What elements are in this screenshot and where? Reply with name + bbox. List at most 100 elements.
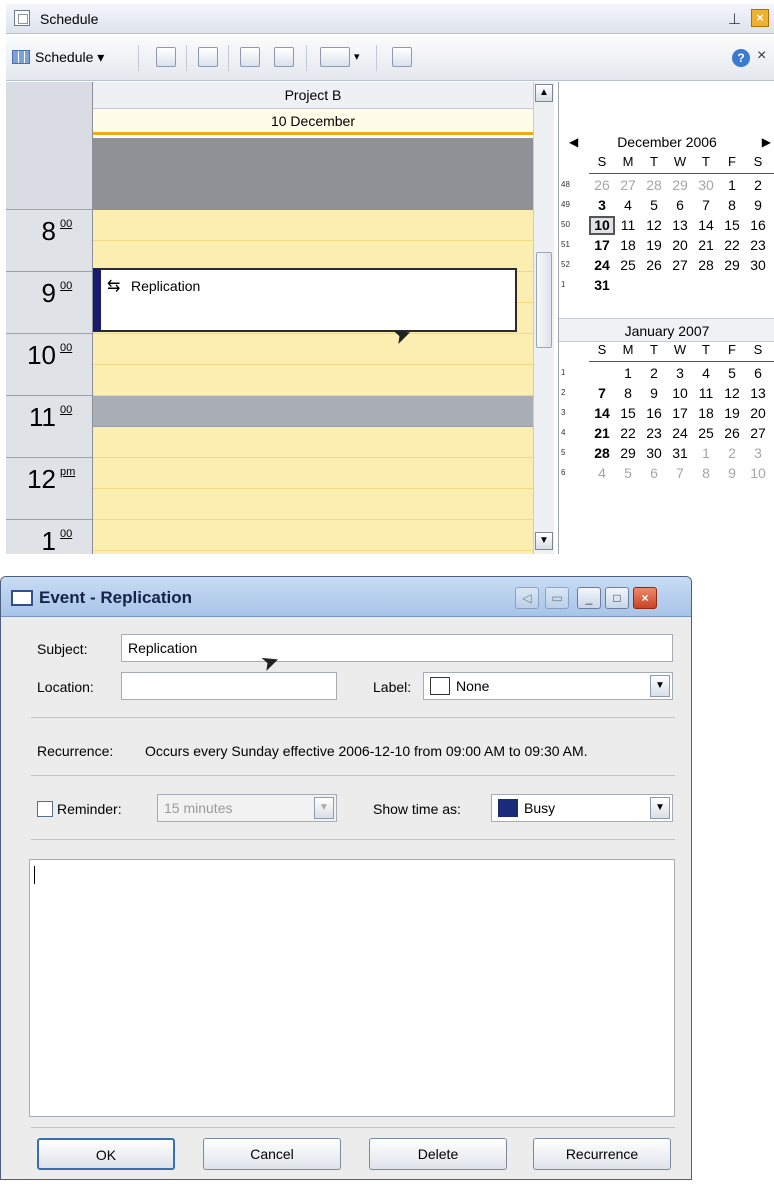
ok-button[interactable]: OK bbox=[37, 1138, 175, 1170]
reminder-dropdown[interactable]: 15 minutes ▼ bbox=[157, 794, 337, 822]
chevron-right-icon[interactable]: ▶ bbox=[762, 130, 771, 154]
time-slot[interactable] bbox=[93, 520, 533, 551]
calendar-day[interactable]: 1 bbox=[615, 365, 641, 381]
time-slot[interactable] bbox=[93, 489, 533, 520]
calendar-day[interactable]: 24 bbox=[589, 257, 615, 273]
calendar-day[interactable]: 28 bbox=[589, 445, 615, 461]
time-slot[interactable] bbox=[93, 365, 533, 396]
calendar-day[interactable]: 22 bbox=[615, 425, 641, 441]
calendar-day[interactable]: 23 bbox=[745, 237, 771, 253]
calendar-day[interactable]: 19 bbox=[719, 405, 745, 421]
calendar-day[interactable]: 15 bbox=[615, 405, 641, 421]
calendar-day[interactable]: 9 bbox=[745, 197, 771, 213]
time-slots[interactable] bbox=[93, 210, 533, 554]
calendar-day[interactable]: 21 bbox=[589, 425, 615, 441]
calendar-day[interactable]: 13 bbox=[745, 385, 771, 401]
time-slot[interactable] bbox=[93, 334, 533, 365]
vertical-scrollbar[interactable]: ▲ ▼ bbox=[533, 82, 554, 554]
delete-button[interactable]: Delete bbox=[369, 1138, 507, 1170]
calendar-day[interactable]: 1 bbox=[719, 177, 745, 193]
calendar-day[interactable]: 8 bbox=[615, 385, 641, 401]
recurrence-button[interactable]: Recurrence bbox=[533, 1138, 671, 1170]
previous-icon[interactable]: ◁ bbox=[515, 587, 539, 609]
calendar-day[interactable]: 1 bbox=[693, 445, 719, 461]
calendar-day[interactable]: 14 bbox=[589, 405, 615, 421]
calendar-day[interactable]: 24 bbox=[667, 425, 693, 441]
calendar-day[interactable]: 4 bbox=[589, 465, 615, 481]
schedule-view-dropdown[interactable]: Schedule ▾ bbox=[12, 49, 104, 66]
calendar-day[interactable]: 17 bbox=[589, 237, 615, 253]
resource-header[interactable]: Project B bbox=[93, 82, 533, 109]
calendar-day[interactable]: 19 bbox=[641, 237, 667, 253]
calendar-day[interactable]: 14 bbox=[693, 217, 719, 233]
calendar-day[interactable]: 28 bbox=[641, 177, 667, 193]
calendar-day[interactable]: 23 bbox=[641, 425, 667, 441]
calendar-day[interactable]: 5 bbox=[719, 365, 745, 381]
calendar-day[interactable]: 3 bbox=[745, 445, 771, 461]
close-panel-icon[interactable]: × bbox=[757, 47, 766, 65]
minimize-icon[interactable]: _ bbox=[577, 587, 601, 609]
time-slot[interactable] bbox=[93, 427, 533, 458]
calendar-day[interactable]: 6 bbox=[745, 365, 771, 381]
calendar-day[interactable]: 20 bbox=[667, 237, 693, 253]
calendar-day[interactable]: 5 bbox=[641, 197, 667, 213]
show-time-as-dropdown[interactable]: Busy ▼ bbox=[491, 794, 673, 822]
calendar-day[interactable]: 30 bbox=[745, 257, 771, 273]
calendar-day[interactable]: 12 bbox=[641, 217, 667, 233]
calendar-day[interactable]: 4 bbox=[693, 365, 719, 381]
calendar-day[interactable]: 27 bbox=[745, 425, 771, 441]
calendar-day[interactable]: 6 bbox=[641, 465, 667, 481]
calendar-day[interactable]: 15 bbox=[719, 217, 745, 233]
calendar-day[interactable]: 9 bbox=[641, 385, 667, 401]
chevron-down-icon[interactable]: ▼ bbox=[650, 675, 670, 697]
calendar-day[interactable]: 2 bbox=[641, 365, 667, 381]
calendar-day[interactable]: 7 bbox=[693, 197, 719, 213]
next-icon[interactable]: ▭ bbox=[545, 587, 569, 609]
calendar-day[interactable]: 8 bbox=[693, 465, 719, 481]
location-input[interactable] bbox=[121, 672, 337, 700]
calendar-day[interactable]: 10 bbox=[745, 465, 771, 481]
calendar-day[interactable]: 16 bbox=[641, 405, 667, 421]
calendar-day[interactable]: 2 bbox=[745, 177, 771, 193]
calendar-day[interactable]: 9 bbox=[719, 465, 745, 481]
date-header[interactable]: 10 December bbox=[93, 109, 533, 135]
calendar-day[interactable]: 29 bbox=[667, 177, 693, 193]
calendar-day[interactable]: 29 bbox=[615, 445, 641, 461]
calendar-day[interactable]: 30 bbox=[693, 177, 719, 193]
calendar-day[interactable]: 25 bbox=[693, 425, 719, 441]
calendar-day[interactable]: 31 bbox=[589, 277, 615, 293]
calendar-day[interactable]: 7 bbox=[589, 385, 615, 401]
calendar-day[interactable]: 25 bbox=[615, 257, 641, 273]
all-day-area[interactable] bbox=[93, 138, 533, 210]
maximize-icon[interactable]: □ bbox=[605, 587, 629, 609]
calendar-day[interactable]: 22 bbox=[719, 237, 745, 253]
calendar-day[interactable]: 27 bbox=[667, 257, 693, 273]
calendar-day[interactable]: 8 bbox=[719, 197, 745, 213]
paste-icon[interactable] bbox=[274, 47, 294, 67]
subject-input[interactable]: Replication bbox=[121, 634, 673, 662]
time-slot-unavailable[interactable] bbox=[93, 396, 533, 427]
label-dropdown[interactable]: None ▼ bbox=[423, 672, 673, 700]
pin-icon[interactable]: ⊥ bbox=[728, 10, 741, 28]
chevron-down-icon[interactable]: ▼ bbox=[314, 797, 334, 819]
calendar-day[interactable]: 4 bbox=[615, 197, 641, 213]
print-icon[interactable] bbox=[320, 47, 350, 67]
calendar-day-selected[interactable]: 10 bbox=[589, 216, 615, 235]
calendar-day[interactable]: 29 bbox=[719, 257, 745, 273]
options-icon[interactable] bbox=[392, 47, 412, 67]
chevron-down-icon[interactable]: ▼ bbox=[650, 797, 670, 819]
time-slot[interactable] bbox=[93, 458, 533, 489]
calendar-day[interactable]: 11 bbox=[615, 217, 641, 233]
calendar-day[interactable]: 18 bbox=[693, 405, 719, 421]
scroll-up-icon[interactable]: ▲ bbox=[535, 84, 553, 102]
calendar-day[interactable]: 26 bbox=[641, 257, 667, 273]
print-dropdown-icon[interactable]: ▾ bbox=[354, 50, 360, 63]
reminder-checkbox[interactable] bbox=[37, 801, 53, 817]
close-icon[interactable]: × bbox=[751, 9, 769, 27]
calendar-day[interactable]: 13 bbox=[667, 217, 693, 233]
scroll-thumb[interactable] bbox=[536, 252, 552, 348]
copy-icon[interactable] bbox=[240, 47, 260, 67]
calendar-day[interactable]: 30 bbox=[641, 445, 667, 461]
calendar-day[interactable]: 12 bbox=[719, 385, 745, 401]
calendar-day[interactable]: 20 bbox=[745, 405, 771, 421]
